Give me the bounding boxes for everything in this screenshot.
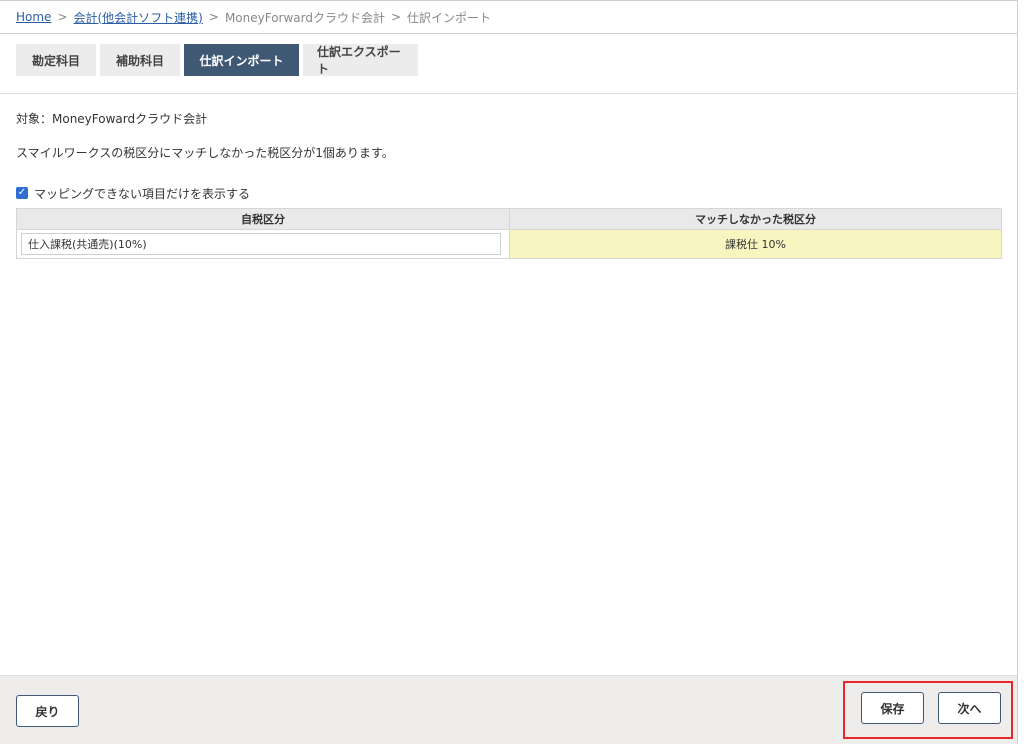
save-button[interactable]: 保存 xyxy=(861,692,924,724)
column-header-own-tax: 自税区分 xyxy=(16,208,510,230)
table-row: 課税仕 10% xyxy=(16,229,1002,259)
tab-bar: 勘定科目 補助科目 仕訳インポート 仕訳エクスポート xyxy=(0,34,1017,94)
footer-bar: 戻り 保存 次へ xyxy=(0,675,1017,744)
breadcrumb-separator: > xyxy=(57,10,68,24)
breadcrumb-home-link[interactable]: Home xyxy=(16,10,51,24)
target-label: 対象：MoneyFowardクラウド会計 xyxy=(16,112,208,126)
filter-checkbox-label[interactable]: マッピングできない項目だけを表示する xyxy=(34,185,250,202)
main-content: 対象：MoneyFowardクラウド会計 スマイルワークスの税区分にマッチしなか… xyxy=(0,94,1017,259)
tab-journal-export[interactable]: 仕訳エクスポート xyxy=(303,44,418,76)
tab-account-items[interactable]: 勘定科目 xyxy=(16,44,96,76)
breadcrumb-software: MoneyForwardクラウド会計 xyxy=(224,10,385,25)
checkbox-checked-icon[interactable]: ✓ xyxy=(16,187,28,199)
breadcrumb: Home > 会計(他会計ソフト連携) > MoneyForwardクラウド会計… xyxy=(0,1,1017,34)
own-tax-cell xyxy=(16,229,510,259)
unmatched-tax-cell: 課税仕 10% xyxy=(509,229,1002,259)
page: Home > 会計(他会計ソフト連携) > MoneyForwardクラウド会計… xyxy=(0,0,1018,744)
tab-sub-accounts[interactable]: 補助科目 xyxy=(100,44,180,76)
column-header-unmatched-tax: マッチしなかった税区分 xyxy=(509,208,1002,230)
tab-journal-import[interactable]: 仕訳インポート xyxy=(184,44,299,76)
breadcrumb-accounting-link[interactable]: 会計(他会計ソフト連携) xyxy=(74,9,203,26)
back-button[interactable]: 戻り xyxy=(16,695,79,727)
tax-mapping-table: 自税区分 マッチしなかった税区分 課税仕 10% xyxy=(16,208,1002,259)
breadcrumb-current: 仕訳インポート xyxy=(407,10,492,25)
breadcrumb-separator: > xyxy=(208,10,219,24)
own-tax-input[interactable] xyxy=(21,233,501,255)
breadcrumb-separator: > xyxy=(390,10,402,24)
filter-checkbox-row[interactable]: ✓ マッピングできない項目だけを表示する xyxy=(16,184,1001,202)
next-button[interactable]: 次へ xyxy=(938,692,1001,724)
mismatch-message: スマイルワークスの税区分にマッチしなかった税区分が1個あります。 xyxy=(16,146,394,160)
